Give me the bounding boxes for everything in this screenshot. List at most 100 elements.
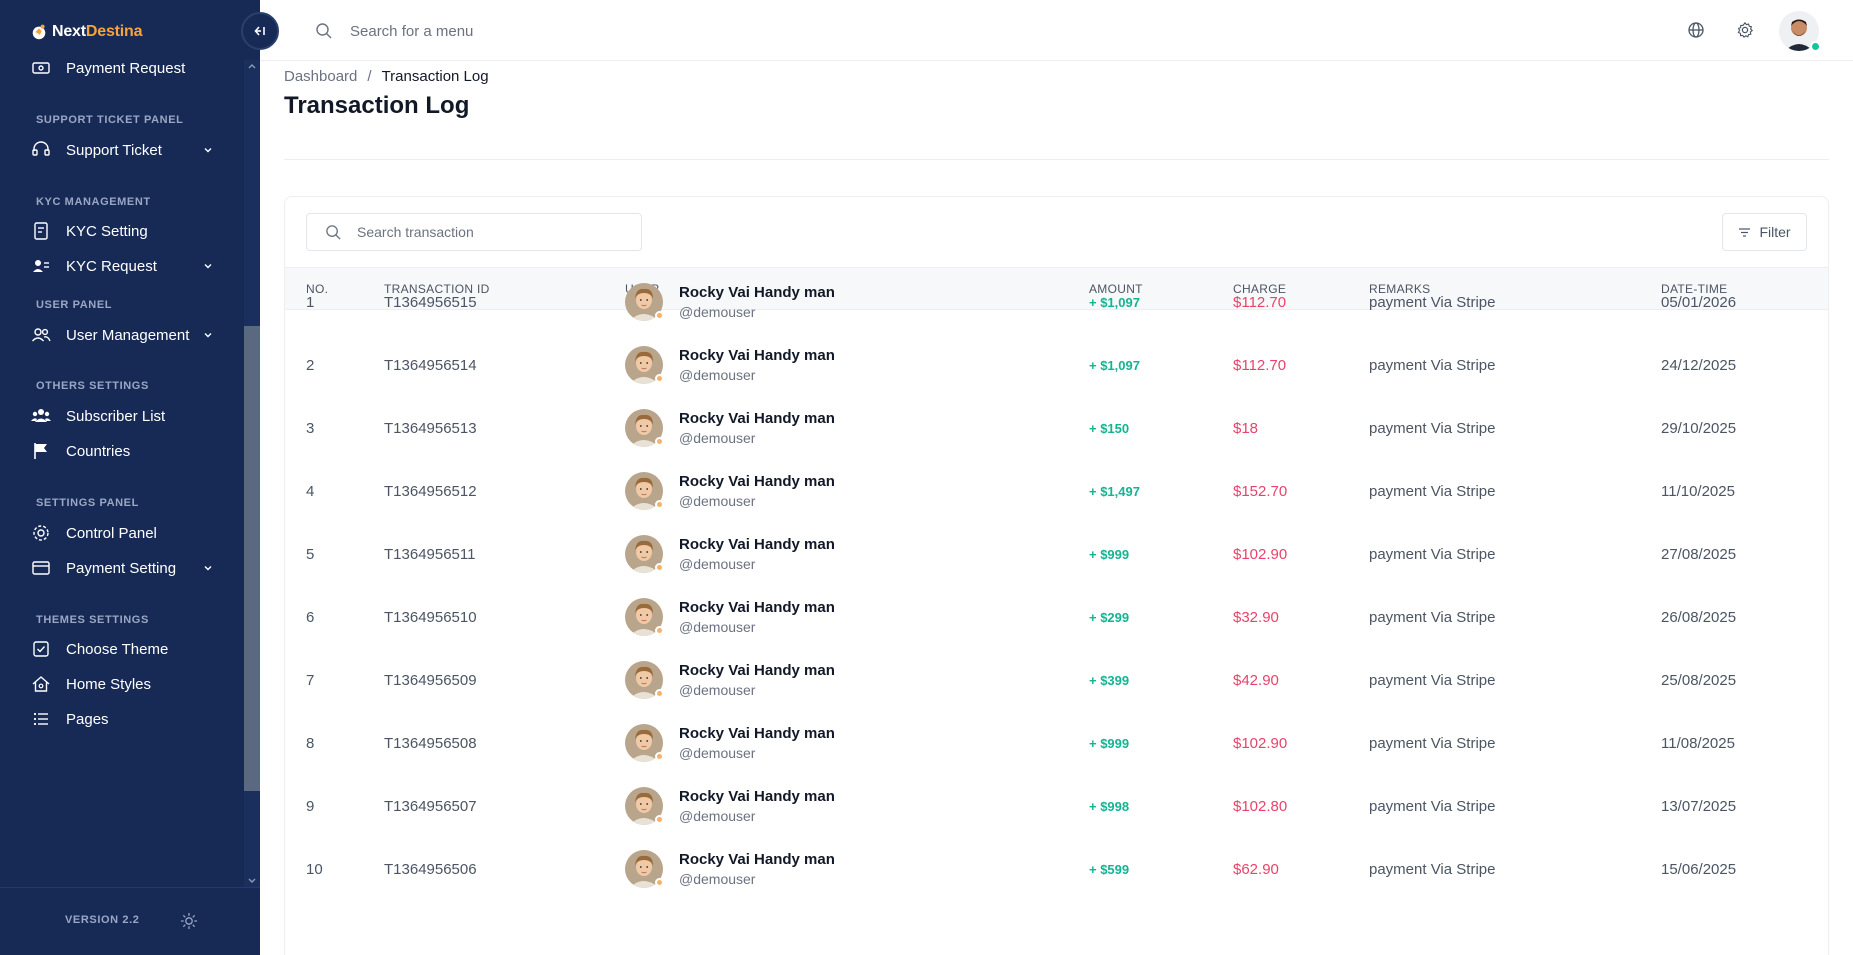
- chevron-down-icon[interactable]: [201, 561, 215, 575]
- user-name[interactable]: Rocky Vai Handy man: [679, 284, 835, 301]
- sidebar-item-label: KYC Setting: [66, 222, 148, 240]
- sidebar-item-home-styles[interactable]: Home Styles: [30, 668, 215, 700]
- user-name[interactable]: Rocky Vai Handy man: [679, 473, 835, 490]
- brand-logo[interactable]: NextDestina: [30, 20, 142, 44]
- user-name[interactable]: Rocky Vai Handy man: [679, 536, 835, 553]
- user-avatar[interactable]: [625, 598, 664, 636]
- sidebar-scrollbar[interactable]: [244, 60, 260, 887]
- user-avatar[interactable]: [625, 472, 664, 510]
- user-avatar[interactable]: [625, 535, 664, 573]
- sidebar-item-kyc-request[interactable]: KYC Request: [30, 250, 215, 282]
- transaction-id: T1364956508: [384, 735, 477, 752]
- transaction-amount: + $999: [1089, 736, 1130, 751]
- row-number: 6: [306, 609, 315, 626]
- user-avatar[interactable]: [625, 283, 664, 321]
- transaction-search-input[interactable]: [357, 222, 627, 242]
- user-avatar[interactable]: [1779, 11, 1821, 52]
- transaction-amount: + $1,497: [1089, 484, 1140, 499]
- transaction-date: 27/08/2025: [1661, 546, 1737, 563]
- transaction-id: T1364956513: [384, 420, 477, 437]
- table-row[interactable]: 10 T1364956506 Rocky Vai Handy man @demouse…: [285, 838, 1828, 901]
- user-avatar[interactable]: [625, 661, 664, 699]
- transaction-charge: $42.90: [1233, 672, 1279, 689]
- user-avatar[interactable]: [625, 724, 664, 762]
- table-row[interactable]: 1 T1364956515 Rocky Vai Handy man @demouser…: [285, 271, 1828, 334]
- table-row[interactable]: 7 T1364956509 Rocky Vai Handy man @demouser…: [285, 649, 1828, 712]
- transaction-date: 13/07/2025: [1661, 798, 1737, 815]
- filter-button[interactable]: Filter: [1722, 213, 1807, 251]
- sidebar-item-label: Payment Setting: [66, 559, 177, 577]
- gear-icon[interactable]: [1736, 21, 1754, 39]
- sidebar-item-payment-request[interactable]: Payment Request: [30, 60, 215, 84]
- user-avatar[interactable]: [625, 409, 664, 447]
- sidebar-collapse-button[interactable]: [241, 12, 279, 50]
- transaction-date: 24/12/2025: [1661, 357, 1737, 374]
- menu-search-input[interactable]: [350, 18, 750, 44]
- transaction-amount: + $150: [1089, 421, 1130, 436]
- row-number: 10: [306, 861, 323, 878]
- transaction-remarks: payment Via Stripe: [1369, 798, 1496, 815]
- user-handle: @demouser: [679, 871, 756, 887]
- transaction-id: T1364956510: [384, 609, 477, 626]
- user-avatar[interactable]: [625, 787, 664, 825]
- user-name[interactable]: Rocky Vai Handy man: [679, 410, 835, 427]
- sidebar-nav: Payment Request SUPPORT TICKET PANEL Suppo…: [0, 60, 244, 887]
- table-row[interactable]: 6 T1364956510 Rocky Vai Handy man @demouser…: [285, 586, 1828, 649]
- search-icon: [316, 23, 332, 39]
- scrollbar-thumb[interactable]: [244, 326, 260, 791]
- table-row[interactable]: 8 T1364956508 Rocky Vai Handy man @demouser…: [285, 712, 1828, 775]
- chevron-down-icon[interactable]: [201, 259, 215, 273]
- sidebar-item-kyc-setting[interactable]: KYC Setting: [30, 215, 215, 247]
- transaction-charge: $112.70: [1233, 294, 1287, 311]
- user-avatar[interactable]: [625, 850, 664, 888]
- transaction-id: T1364956511: [384, 546, 476, 563]
- user-avatar[interactable]: [625, 346, 664, 384]
- sidebar-item-subscriber-list[interactable]: Subscriber List: [30, 400, 215, 432]
- sidebar-item-pages[interactable]: Pages: [30, 703, 215, 735]
- transaction-charge: $32.90: [1233, 609, 1279, 626]
- table-row[interactable]: 9 T1364956507 Rocky Vai Handy man @demouser…: [285, 775, 1828, 838]
- scroll-down-icon[interactable]: [247, 875, 257, 885]
- row-number: 8: [306, 735, 315, 752]
- sidebar-item-choose-theme[interactable]: Choose Theme: [30, 633, 215, 665]
- table-row[interactable]: 3 T1364956513 Rocky Vai Handy man @demouser…: [285, 397, 1828, 460]
- sidebar-section-support-ticket-panel: SUPPORT TICKET PANEL: [36, 114, 184, 126]
- away-status-dot: [655, 500, 664, 509]
- table-row[interactable]: 2 T1364956514 Rocky Vai Handy man @demouser…: [285, 334, 1828, 397]
- user-name[interactable]: Rocky Vai Handy man: [679, 851, 835, 868]
- transaction-charge: $102.90: [1233, 735, 1288, 752]
- sun-icon[interactable]: [180, 912, 198, 930]
- transaction-amount: + $599: [1089, 862, 1130, 877]
- user-name[interactable]: Rocky Vai Handy man: [679, 788, 835, 805]
- gear-icon: [30, 522, 52, 544]
- sidebar-item-countries[interactable]: Countries: [30, 435, 215, 467]
- breadcrumb-dashboard-link[interactable]: Dashboard: [284, 68, 357, 85]
- table-row[interactable]: 5 T1364956511 Rocky Vai Handy man @demouser…: [285, 523, 1828, 586]
- search-icon: [326, 225, 341, 240]
- sidebar-item-payment-setting[interactable]: Payment Setting: [30, 552, 215, 584]
- transaction-date: 26/08/2025: [1661, 609, 1737, 626]
- row-number: 5: [306, 546, 315, 563]
- sidebar-item-user-management[interactable]: User Management: [30, 319, 215, 351]
- sidebar-item-label: Support Ticket: [66, 141, 162, 159]
- table-row[interactable]: 4 T1364956512 Rocky Vai Handy man @demouser…: [285, 460, 1828, 523]
- globe-icon[interactable]: [1687, 21, 1705, 39]
- brand-name: NextDestina: [52, 23, 143, 40]
- sidebar-item-label: Pages: [66, 710, 109, 728]
- transaction-id: T1364956512: [384, 483, 477, 500]
- user-name[interactable]: Rocky Vai Handy man: [679, 725, 835, 742]
- transaction-amount: + $1,097: [1089, 295, 1140, 310]
- transaction-date: 15/06/2025: [1661, 861, 1737, 878]
- user-name[interactable]: Rocky Vai Handy man: [679, 599, 835, 616]
- scroll-up-icon[interactable]: [247, 62, 257, 72]
- users-icon: [30, 324, 52, 346]
- chevron-down-icon[interactable]: [201, 143, 215, 157]
- sidebar-item-control-panel[interactable]: Control Panel: [30, 517, 215, 549]
- sidebar-item-label: Choose Theme: [66, 640, 169, 658]
- user-handle: @demouser: [679, 430, 756, 446]
- chevron-down-icon[interactable]: [201, 328, 215, 342]
- user-handle: @demouser: [679, 808, 756, 824]
- sidebar-item-support-ticket[interactable]: Support Ticket: [30, 134, 215, 166]
- user-name[interactable]: Rocky Vai Handy man: [679, 347, 835, 364]
- user-name[interactable]: Rocky Vai Handy man: [679, 662, 835, 679]
